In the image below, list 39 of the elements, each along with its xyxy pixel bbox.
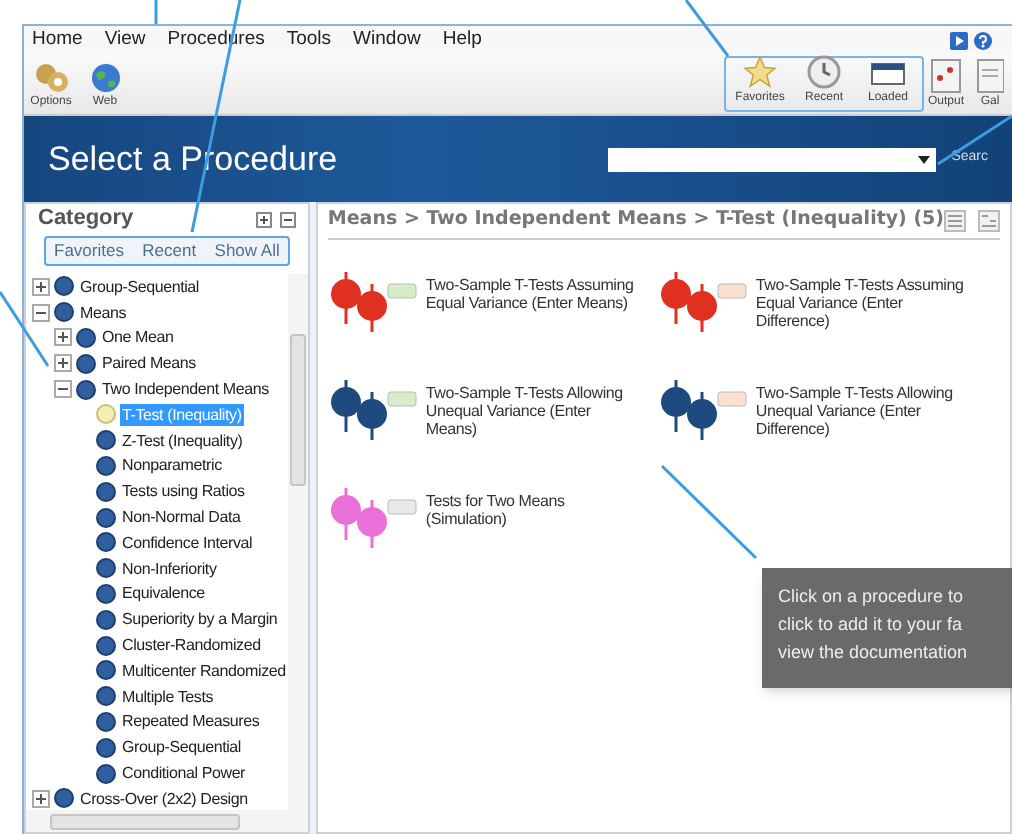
tree-item[interactable]: Conditional Power [120,762,248,785]
breadcrumb: Means > Two Independent Means > T-Test (Inequality) (5) [327,206,944,235]
tree-item[interactable]: Tests using Ratios [120,480,247,503]
tree-item[interactable]: Nonparametric [120,454,224,477]
tree-item[interactable]: Multicenter Randomized [120,659,288,682]
tree-item[interactable]: Paired Means [100,352,198,375]
tree-item[interactable]: Cluster-Randomized [120,634,263,657]
procedure-item[interactable]: Tests for Two Means (Simulation) [327,484,658,548]
tree-item[interactable]: Z-Test (Inequality) [120,429,245,452]
tree-item[interactable]: Equivalence [120,582,207,605]
tree-item[interactable]: Repeated Measures [120,710,262,733]
tooltip-text: view the documentation [778,640,970,664]
procedure-item[interactable]: Two-Sample T-Tests Allowing Unequal Variance (Enter Means) [327,376,658,440]
panel-title: Category [38,204,134,235]
tree-item[interactable]: Non-Normal Data [120,506,243,529]
menu-item[interactable]: Home [32,25,83,55]
tree-item[interactable]: Group-Sequential [78,275,202,298]
category-tab[interactable]: Recent [142,238,197,264]
menu-item[interactable]: Help [442,25,482,55]
tree-item[interactable]: Multiple Tests [120,685,216,708]
tree-item[interactable]: Group-Sequential [120,736,244,759]
procedure-item[interactable]: Two-Sample T-Tests Assuming Equal Variance (Enter Means) [327,268,658,332]
page-title: Select a Procedure [48,137,338,182]
tree-item[interactable]: Two Independent Means [100,378,271,401]
menu-item[interactable]: View [104,25,146,55]
menu-item[interactable]: Tools [286,25,332,55]
category-tab[interactable]: Favorites [54,238,124,264]
tooltip-text: click to add it to your fa [778,612,965,636]
tree-item[interactable]: One Mean [100,326,176,349]
tree-item[interactable]: Confidence Interval [120,531,255,554]
category-tab[interactable]: Show All [214,238,280,264]
menu-item[interactable]: Window [353,25,421,55]
tooltip-text: Click on a procedure to [778,584,966,608]
tree-item[interactable]: Means [78,301,129,324]
tree-item[interactable]: Cross-Over (2x2) Design [78,787,250,810]
tree-item[interactable]: Superiority by a Margin [120,608,280,631]
procedure-item[interactable]: Two-Sample T-Tests Allowing Unequal Variance (Enter Difference) [657,376,1010,440]
tree-item[interactable]: Non-Inferiority [120,557,219,580]
procedure-item[interactable]: Two-Sample T-Tests Assuming Equal Variance (Enter Difference) [657,268,1010,332]
